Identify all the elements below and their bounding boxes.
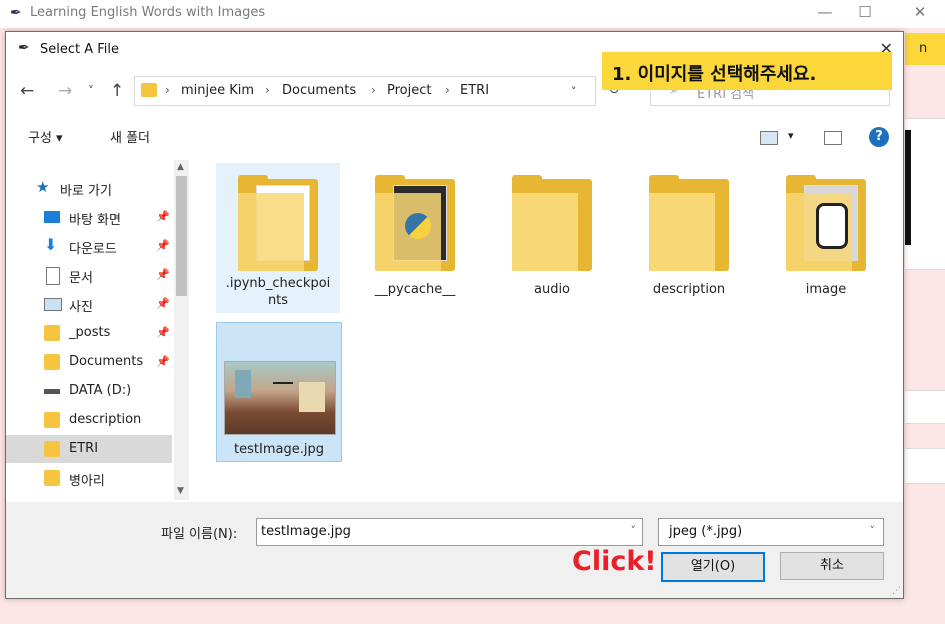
nav-item-documents-library[interactable]: 문서 📌 bbox=[6, 261, 172, 289]
nav-item-etri[interactable]: ETRI bbox=[6, 435, 172, 463]
file-item-image[interactable]: image bbox=[764, 163, 888, 301]
chevron-down-icon: ˅ bbox=[869, 524, 876, 537]
file-item-description[interactable]: description bbox=[627, 163, 751, 301]
instruction-banner: 1. 이미지를 선택해주세요. bbox=[602, 52, 892, 90]
nav-item-quick-access[interactable]: ★ 바로 가기 bbox=[6, 174, 172, 202]
app-title: Learning English Words with Images bbox=[30, 5, 266, 20]
folder-icon bbox=[44, 441, 60, 457]
help-icon[interactable]: ? bbox=[869, 127, 889, 147]
close-button[interactable]: ✕ bbox=[900, 3, 940, 21]
nav-item-chick[interactable]: 병아리 bbox=[6, 464, 172, 492]
new-folder-button[interactable]: 새 폴더 bbox=[110, 127, 150, 146]
folder-icon bbox=[44, 354, 60, 370]
folder-icon bbox=[44, 412, 60, 428]
navigation-pane: ★ 바로 가기 바탕 화면 📌 ⬇ 다운로드 📌 문서 📌 사진 📌 _post… bbox=[6, 157, 189, 502]
app-yellow-button[interactable]: n bbox=[905, 33, 945, 65]
breadcrumb-minjee-kim[interactable]: minjee Kim bbox=[181, 83, 254, 98]
file-item-pycache[interactable]: __pycache__ bbox=[353, 163, 477, 301]
image-thumbnail bbox=[224, 361, 336, 435]
app-text-field-2[interactable] bbox=[905, 448, 945, 484]
nav-item-posts[interactable]: _posts 📌 bbox=[6, 319, 172, 347]
nav-scrollbar[interactable]: ▲ ▼ bbox=[174, 160, 189, 500]
scrollbar-thumb[interactable] bbox=[176, 176, 187, 296]
app-text-field[interactable] bbox=[905, 390, 945, 424]
click-annotation: Click! bbox=[572, 546, 657, 577]
nav-item-pictures[interactable]: 사진 📌 bbox=[6, 290, 172, 318]
folder-with-images-icon bbox=[786, 175, 866, 271]
up-button[interactable]: ↑ bbox=[110, 81, 124, 101]
document-icon bbox=[46, 267, 60, 285]
folder-icon bbox=[141, 83, 157, 97]
address-dropdown-icon[interactable]: ˅ bbox=[571, 85, 577, 98]
folder-icon bbox=[512, 175, 592, 271]
breadcrumb-etri[interactable]: ETRI bbox=[460, 83, 489, 98]
breadcrumb-project[interactable]: Project bbox=[387, 83, 431, 98]
folder-icon bbox=[44, 470, 60, 486]
file-list: .ipynb_checkpoi nts __pycache__ audio de… bbox=[206, 157, 896, 502]
pin-icon: 📌 bbox=[156, 326, 170, 339]
file-item-testimage[interactable]: testImage.jpg bbox=[216, 322, 342, 462]
pin-icon: 📌 bbox=[156, 239, 170, 252]
folder-with-python-icon bbox=[375, 175, 455, 271]
nav-item-data-drive[interactable]: DATA (D:) bbox=[6, 377, 172, 405]
pin-icon: 📌 bbox=[156, 268, 170, 281]
chevron-down-icon[interactable]: ˅ bbox=[631, 524, 637, 537]
file-item-audio[interactable]: audio bbox=[490, 163, 614, 301]
view-menu-button[interactable]: ▾ bbox=[788, 129, 794, 142]
pin-icon: 📌 bbox=[156, 210, 170, 223]
pictures-icon bbox=[44, 298, 62, 311]
filename-label: 파일 이름(N): bbox=[161, 527, 238, 542]
folder-icon bbox=[44, 325, 60, 341]
download-icon: ⬇ bbox=[44, 235, 58, 254]
nav-item-downloads[interactable]: ⬇ 다운로드 📌 bbox=[6, 232, 172, 260]
organize-button[interactable]: 구성 ▾ bbox=[28, 127, 63, 146]
scroll-down-icon[interactable]: ▼ bbox=[177, 486, 184, 496]
filename-input[interactable]: testImage.jpg ˅ bbox=[256, 518, 643, 546]
app-image-edge bbox=[905, 130, 911, 245]
open-button[interactable]: 열기(O) bbox=[661, 552, 765, 582]
scroll-up-icon[interactable]: ▲ bbox=[177, 162, 184, 172]
folder-with-documents-icon bbox=[238, 175, 318, 271]
file-dialog: ✒ Select A File ✕ ← → ˅ ↑ › minjee Kim ›… bbox=[5, 31, 904, 599]
file-item-ipynb-checkpoints[interactable]: .ipynb_checkpoi nts bbox=[216, 163, 340, 313]
command-toolbar: 구성 ▾ 새 폴더 ▾ ? bbox=[6, 122, 903, 152]
nav-item-desktop[interactable]: 바탕 화면 📌 bbox=[6, 203, 172, 231]
resize-grip-icon[interactable]: ⋰ bbox=[892, 586, 901, 596]
folder-icon bbox=[649, 175, 729, 271]
drive-icon bbox=[44, 389, 60, 394]
nav-item-documents[interactable]: Documents 📌 bbox=[6, 348, 172, 376]
address-bar[interactable]: › minjee Kim › Documents › Project › ETR… bbox=[134, 76, 596, 106]
app-titlebar: ✒ Learning English Words with Images — ☐… bbox=[0, 0, 945, 28]
pin-icon: 📌 bbox=[156, 355, 170, 368]
feather-icon: ✒ bbox=[18, 40, 30, 56]
desktop-icon bbox=[44, 211, 60, 223]
dialog-title: Select A File bbox=[40, 42, 120, 57]
back-button[interactable]: ← bbox=[20, 81, 34, 101]
nav-item-description[interactable]: description bbox=[6, 406, 172, 434]
forward-button[interactable]: → bbox=[58, 81, 72, 101]
breadcrumb-documents[interactable]: Documents bbox=[282, 83, 356, 98]
recent-locations-button[interactable]: ˅ bbox=[88, 84, 94, 98]
app-panel bbox=[905, 118, 945, 270]
view-icon[interactable] bbox=[760, 131, 778, 145]
dialog-footer: 파일 이름(N): testImage.jpg ˅ jpeg (*.jpg) ˅… bbox=[6, 502, 903, 598]
star-icon: ★ bbox=[36, 178, 50, 196]
preview-pane-icon[interactable] bbox=[824, 131, 842, 145]
maximize-button[interactable]: ☐ bbox=[845, 3, 885, 21]
pin-icon: 📌 bbox=[156, 297, 170, 310]
cancel-button[interactable]: 취소 bbox=[780, 552, 884, 580]
feather-icon: ✒ bbox=[10, 5, 22, 21]
minimize-button[interactable]: — bbox=[805, 3, 845, 21]
filetype-select[interactable]: jpeg (*.jpg) ˅ bbox=[658, 518, 884, 546]
